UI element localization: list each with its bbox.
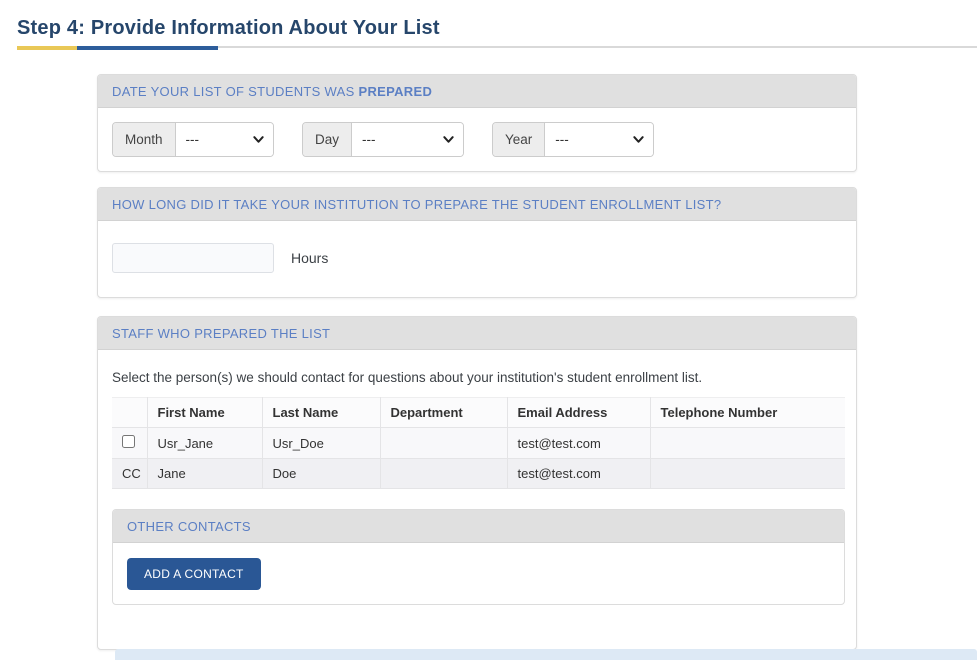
day-field-group: Day ---	[302, 122, 464, 157]
year-label: Year	[493, 123, 545, 156]
cell-last-name: Usr_Doe	[262, 428, 380, 459]
col-header-telephone: Telephone Number	[650, 398, 845, 428]
cell-telephone	[650, 428, 845, 459]
next-panel-top-edge	[115, 649, 977, 660]
cell-department	[380, 459, 507, 489]
table-row: Usr_Jane Usr_Doe test@test.com	[112, 428, 845, 459]
section-date-prepared-heading: DATE YOUR LIST OF STUDENTS WAS PREPARED	[98, 75, 856, 108]
cell-email: test@test.com	[507, 459, 650, 489]
section-staff: STAFF WHO PREPARED THE LIST Select the p…	[97, 316, 857, 650]
section-date-prepared: DATE YOUR LIST OF STUDENTS WAS PREPARED …	[97, 74, 857, 172]
section-prep-time-heading: HOW LONG DID IT TAKE YOUR INSTITUTION TO…	[98, 188, 856, 221]
title-underline-gold-segment	[17, 46, 77, 50]
add-contact-button[interactable]: ADD A CONTACT	[127, 558, 261, 590]
contact-select-checkbox[interactable]	[122, 435, 135, 448]
year-select[interactable]: ---	[545, 123, 653, 156]
cell-first-name: Usr_Jane	[147, 428, 262, 459]
year-field-group: Year ---	[492, 122, 654, 157]
other-contacts-heading: OTHER CONTACTS	[113, 510, 844, 543]
staff-description: Select the person(s) we should contact f…	[112, 364, 842, 397]
cell-cc-flag: CC	[112, 459, 147, 489]
cell-last-name: Doe	[262, 459, 380, 489]
col-header-email: Email Address	[507, 398, 650, 428]
month-field-group: Month ---	[112, 122, 274, 157]
cell-email: test@test.com	[507, 428, 650, 459]
month-label: Month	[113, 123, 176, 156]
table-header-row: First Name Last Name Department Email Ad…	[112, 398, 845, 428]
title-underline-blue-segment	[77, 46, 218, 50]
hours-input[interactable]	[112, 243, 274, 273]
col-header-department: Department	[380, 398, 507, 428]
heading-text: DATE YOUR LIST OF STUDENTS WAS	[112, 84, 358, 99]
col-header-first-name: First Name	[147, 398, 262, 428]
section-other-contacts: OTHER CONTACTS ADD A CONTACT	[112, 509, 845, 605]
title-underline-gray-segment	[218, 46, 977, 48]
heading-text-bold: PREPARED	[358, 84, 432, 99]
hours-unit-label: Hours	[291, 250, 328, 266]
month-select[interactable]: ---	[176, 123, 273, 156]
day-label: Day	[303, 123, 352, 156]
section-prep-time: HOW LONG DID IT TAKE YOUR INSTITUTION TO…	[97, 187, 857, 298]
contacts-table: First Name Last Name Department Email Ad…	[112, 397, 845, 489]
section-staff-heading: STAFF WHO PREPARED THE LIST	[98, 317, 856, 350]
cell-department	[380, 428, 507, 459]
col-header-last-name: Last Name	[262, 398, 380, 428]
col-header-select	[112, 398, 147, 428]
table-row: CC Jane Doe test@test.com	[112, 459, 845, 489]
cell-telephone	[650, 459, 845, 489]
title-underline	[17, 46, 977, 51]
day-select[interactable]: ---	[352, 123, 463, 156]
cell-first-name: Jane	[147, 459, 262, 489]
page-title: Step 4: Provide Information About Your L…	[17, 17, 977, 40]
